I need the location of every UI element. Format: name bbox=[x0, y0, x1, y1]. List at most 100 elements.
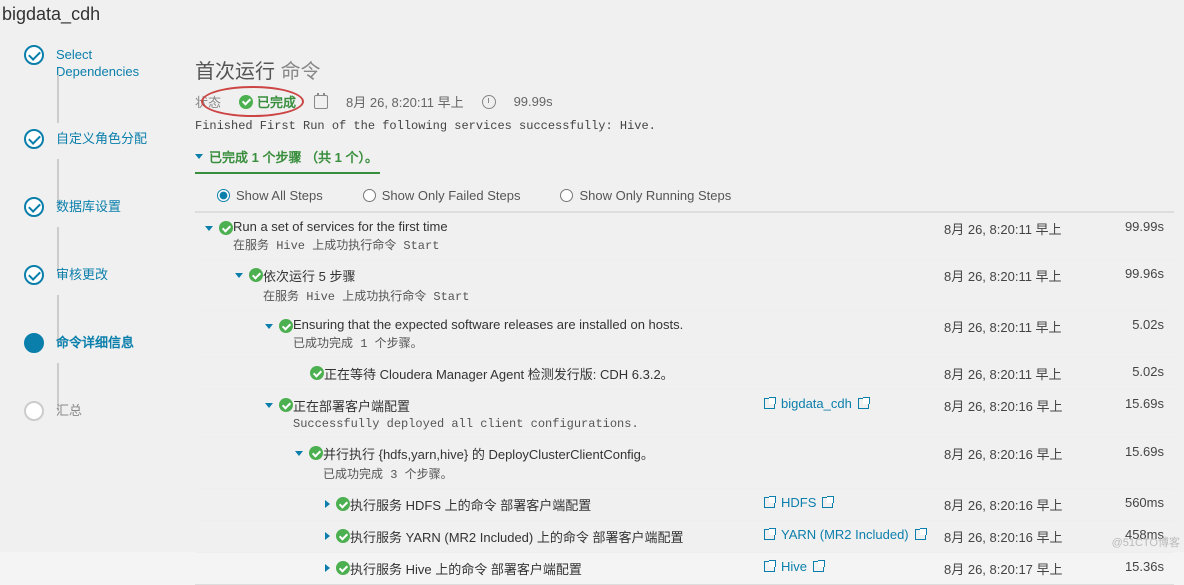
step-link[interactable]: Hive bbox=[764, 559, 944, 574]
external-link-icon bbox=[858, 398, 869, 409]
external-link-icon bbox=[764, 398, 775, 409]
step-time: 8月 26, 8:20:16 早上 bbox=[944, 495, 1094, 514]
step-title: Ensuring that the expected software rele… bbox=[293, 317, 764, 351]
step-select-dependencies[interactable]: Select Dependencies bbox=[24, 45, 195, 81]
step-title: Run a set of services for the first time… bbox=[233, 219, 764, 253]
step-label: 汇总 bbox=[56, 401, 82, 420]
external-link-icon bbox=[915, 529, 926, 540]
breadcrumb: bigdata_cdh bbox=[0, 0, 1184, 35]
chevron-down-icon[interactable] bbox=[235, 273, 243, 278]
step-duration: 15.69s bbox=[1094, 444, 1164, 459]
status-row: 状态 已完成 8月 26, 8:20:11 早上 99.99s bbox=[195, 92, 1174, 111]
step-time: 8月 26, 8:20:11 早上 bbox=[944, 266, 1094, 285]
step-time: 8月 26, 8:20:17 早上 bbox=[944, 559, 1094, 578]
step-duration: 99.99s bbox=[1094, 219, 1164, 234]
calendar-icon bbox=[314, 95, 328, 109]
success-icon bbox=[310, 366, 324, 380]
step-title: 正在等待 Cloudera Manager Agent 检测发行版: CDH 6… bbox=[324, 364, 764, 383]
step-label: 数据库设置 bbox=[56, 197, 121, 216]
filter-failed[interactable]: Show Only Failed Steps bbox=[363, 188, 521, 203]
check-icon bbox=[24, 45, 44, 65]
external-link-icon bbox=[822, 497, 833, 508]
step-title: 执行服务 Hive 上的命令 部署客户端配置 bbox=[350, 559, 764, 578]
check-icon bbox=[24, 129, 44, 149]
step-summary[interactable]: 汇总 bbox=[24, 401, 195, 421]
current-step-icon bbox=[24, 333, 44, 353]
timestamp: 8月 26, 8:20:11 早上 bbox=[346, 92, 464, 111]
chevron-down-icon[interactable] bbox=[265, 403, 273, 408]
step-link[interactable]: YARN (MR2 Included) bbox=[764, 527, 944, 542]
step-label: 自定义角色分配 bbox=[56, 129, 147, 148]
step-time: 8月 26, 8:20:11 早上 bbox=[944, 317, 1094, 336]
success-icon bbox=[336, 561, 350, 575]
step-review-changes[interactable]: 审核更改 bbox=[24, 265, 195, 285]
step-command-details[interactable]: 命令详细信息 bbox=[24, 333, 195, 353]
check-icon bbox=[239, 95, 253, 109]
step-time: 8月 26, 8:20:16 早上 bbox=[944, 444, 1094, 463]
step-time: 8月 26, 8:20:16 早上 bbox=[944, 396, 1094, 415]
step-duration: 99.96s bbox=[1094, 266, 1164, 281]
chevron-right-icon[interactable] bbox=[325, 500, 330, 508]
chevron-down-icon[interactable] bbox=[205, 226, 213, 231]
step-link[interactable]: bigdata_cdh bbox=[764, 396, 944, 411]
steps-table: Run a set of services for the first time… bbox=[195, 212, 1174, 585]
step-label: 审核更改 bbox=[56, 265, 108, 284]
breadcrumb-current: bigdata_cdh bbox=[2, 4, 100, 24]
chevron-right-icon[interactable] bbox=[325, 532, 330, 540]
chevron-down-icon[interactable] bbox=[265, 324, 273, 329]
duration: 99.99s bbox=[514, 94, 553, 109]
filter-all[interactable]: Show All Steps bbox=[217, 188, 323, 203]
step-row[interactable]: 执行服务 YARN (MR2 Included) 上的命令 部署客户端配置 YAR… bbox=[195, 520, 1174, 552]
external-link-icon bbox=[764, 529, 775, 540]
service-link[interactable]: YARN (MR2 Included) bbox=[781, 527, 909, 542]
success-icon bbox=[279, 319, 293, 333]
chevron-down-icon[interactable] bbox=[295, 451, 303, 456]
pending-step-icon bbox=[24, 401, 44, 421]
step-time: 8月 26, 8:20:11 早上 bbox=[944, 219, 1094, 238]
step-link[interactable]: HDFS bbox=[764, 495, 944, 510]
step-duration: 5.02s bbox=[1094, 317, 1164, 332]
chevron-right-icon[interactable] bbox=[325, 564, 330, 572]
success-icon bbox=[219, 221, 233, 235]
step-duration: 15.69s bbox=[1094, 396, 1164, 411]
step-title: 并行执行 {hdfs,yarn,hive} 的 DeployClusterCli… bbox=[323, 444, 764, 482]
step-label: Select Dependencies bbox=[56, 45, 139, 81]
filter-running[interactable]: Show Only Running Steps bbox=[560, 188, 731, 203]
step-custom-roles[interactable]: 自定义角色分配 bbox=[24, 129, 195, 149]
service-link[interactable]: Hive bbox=[781, 559, 807, 574]
step-row[interactable]: 执行服务 HDFS 上的命令 部署客户端配置 HDFS 8月 26, 8:20:16… bbox=[195, 488, 1174, 520]
step-row[interactable]: 依次运行 5 步骤在服务 Hive 上成功执行命令 Start 8月 26, 8:… bbox=[195, 259, 1174, 310]
check-icon bbox=[24, 197, 44, 217]
wizard-stepper: Select Dependencies 自定义角色分配 数据库设置 审核更改 命 bbox=[0, 35, 195, 585]
external-link-icon bbox=[764, 561, 775, 572]
status-badge: 已完成 bbox=[239, 92, 296, 111]
step-title: 正在部署客户端配置Successfully deployed all clien… bbox=[293, 396, 764, 431]
step-row[interactable]: Run a set of services for the first time… bbox=[195, 213, 1174, 259]
step-title: 依次运行 5 步骤在服务 Hive 上成功执行命令 Start bbox=[263, 266, 764, 304]
success-icon bbox=[249, 268, 263, 282]
step-row[interactable]: 并行执行 {hdfs,yarn,hive} 的 DeployClusterCli… bbox=[195, 437, 1174, 488]
step-row[interactable]: 执行服务 Hive 上的命令 部署客户端配置 Hive 8月 26, 8:20:17… bbox=[195, 552, 1174, 584]
service-link[interactable]: bigdata_cdh bbox=[781, 396, 852, 411]
external-link-icon bbox=[764, 497, 775, 508]
success-icon bbox=[336, 529, 350, 543]
step-title: 执行服务 HDFS 上的命令 部署客户端配置 bbox=[350, 495, 764, 514]
clock-icon bbox=[482, 95, 496, 109]
steps-accordion-header[interactable]: 已完成 1 个步骤 （共 1 个）。 bbox=[195, 143, 380, 174]
external-link-icon bbox=[813, 561, 824, 572]
step-duration: 15.36s bbox=[1094, 559, 1164, 574]
service-link[interactable]: HDFS bbox=[781, 495, 816, 510]
step-row[interactable]: 正在部署客户端配置Successfully deployed all clien… bbox=[195, 389, 1174, 437]
step-row[interactable]: Ensuring that the expected software rele… bbox=[195, 310, 1174, 357]
step-filters: Show All Steps Show Only Failed Steps Sh… bbox=[195, 180, 1174, 212]
command-details-panel: 首次运行 命令 状态 已完成 8月 26, 8:20:11 早上 99.99s … bbox=[195, 35, 1184, 585]
step-time: 8月 26, 8:20:11 早上 bbox=[944, 364, 1094, 383]
page-title: 首次运行 命令 bbox=[195, 55, 1174, 84]
chevron-down-icon bbox=[195, 154, 203, 159]
step-duration: 5.02s bbox=[1094, 364, 1164, 379]
success-icon bbox=[336, 497, 350, 511]
step-database-settings[interactable]: 数据库设置 bbox=[24, 197, 195, 217]
step-row[interactable]: 正在等待 Cloudera Manager Agent 检测发行版: CDH 6… bbox=[195, 357, 1174, 389]
step-title: 执行服务 YARN (MR2 Included) 上的命令 部署客户端配置 bbox=[350, 527, 764, 546]
success-icon bbox=[279, 398, 293, 412]
